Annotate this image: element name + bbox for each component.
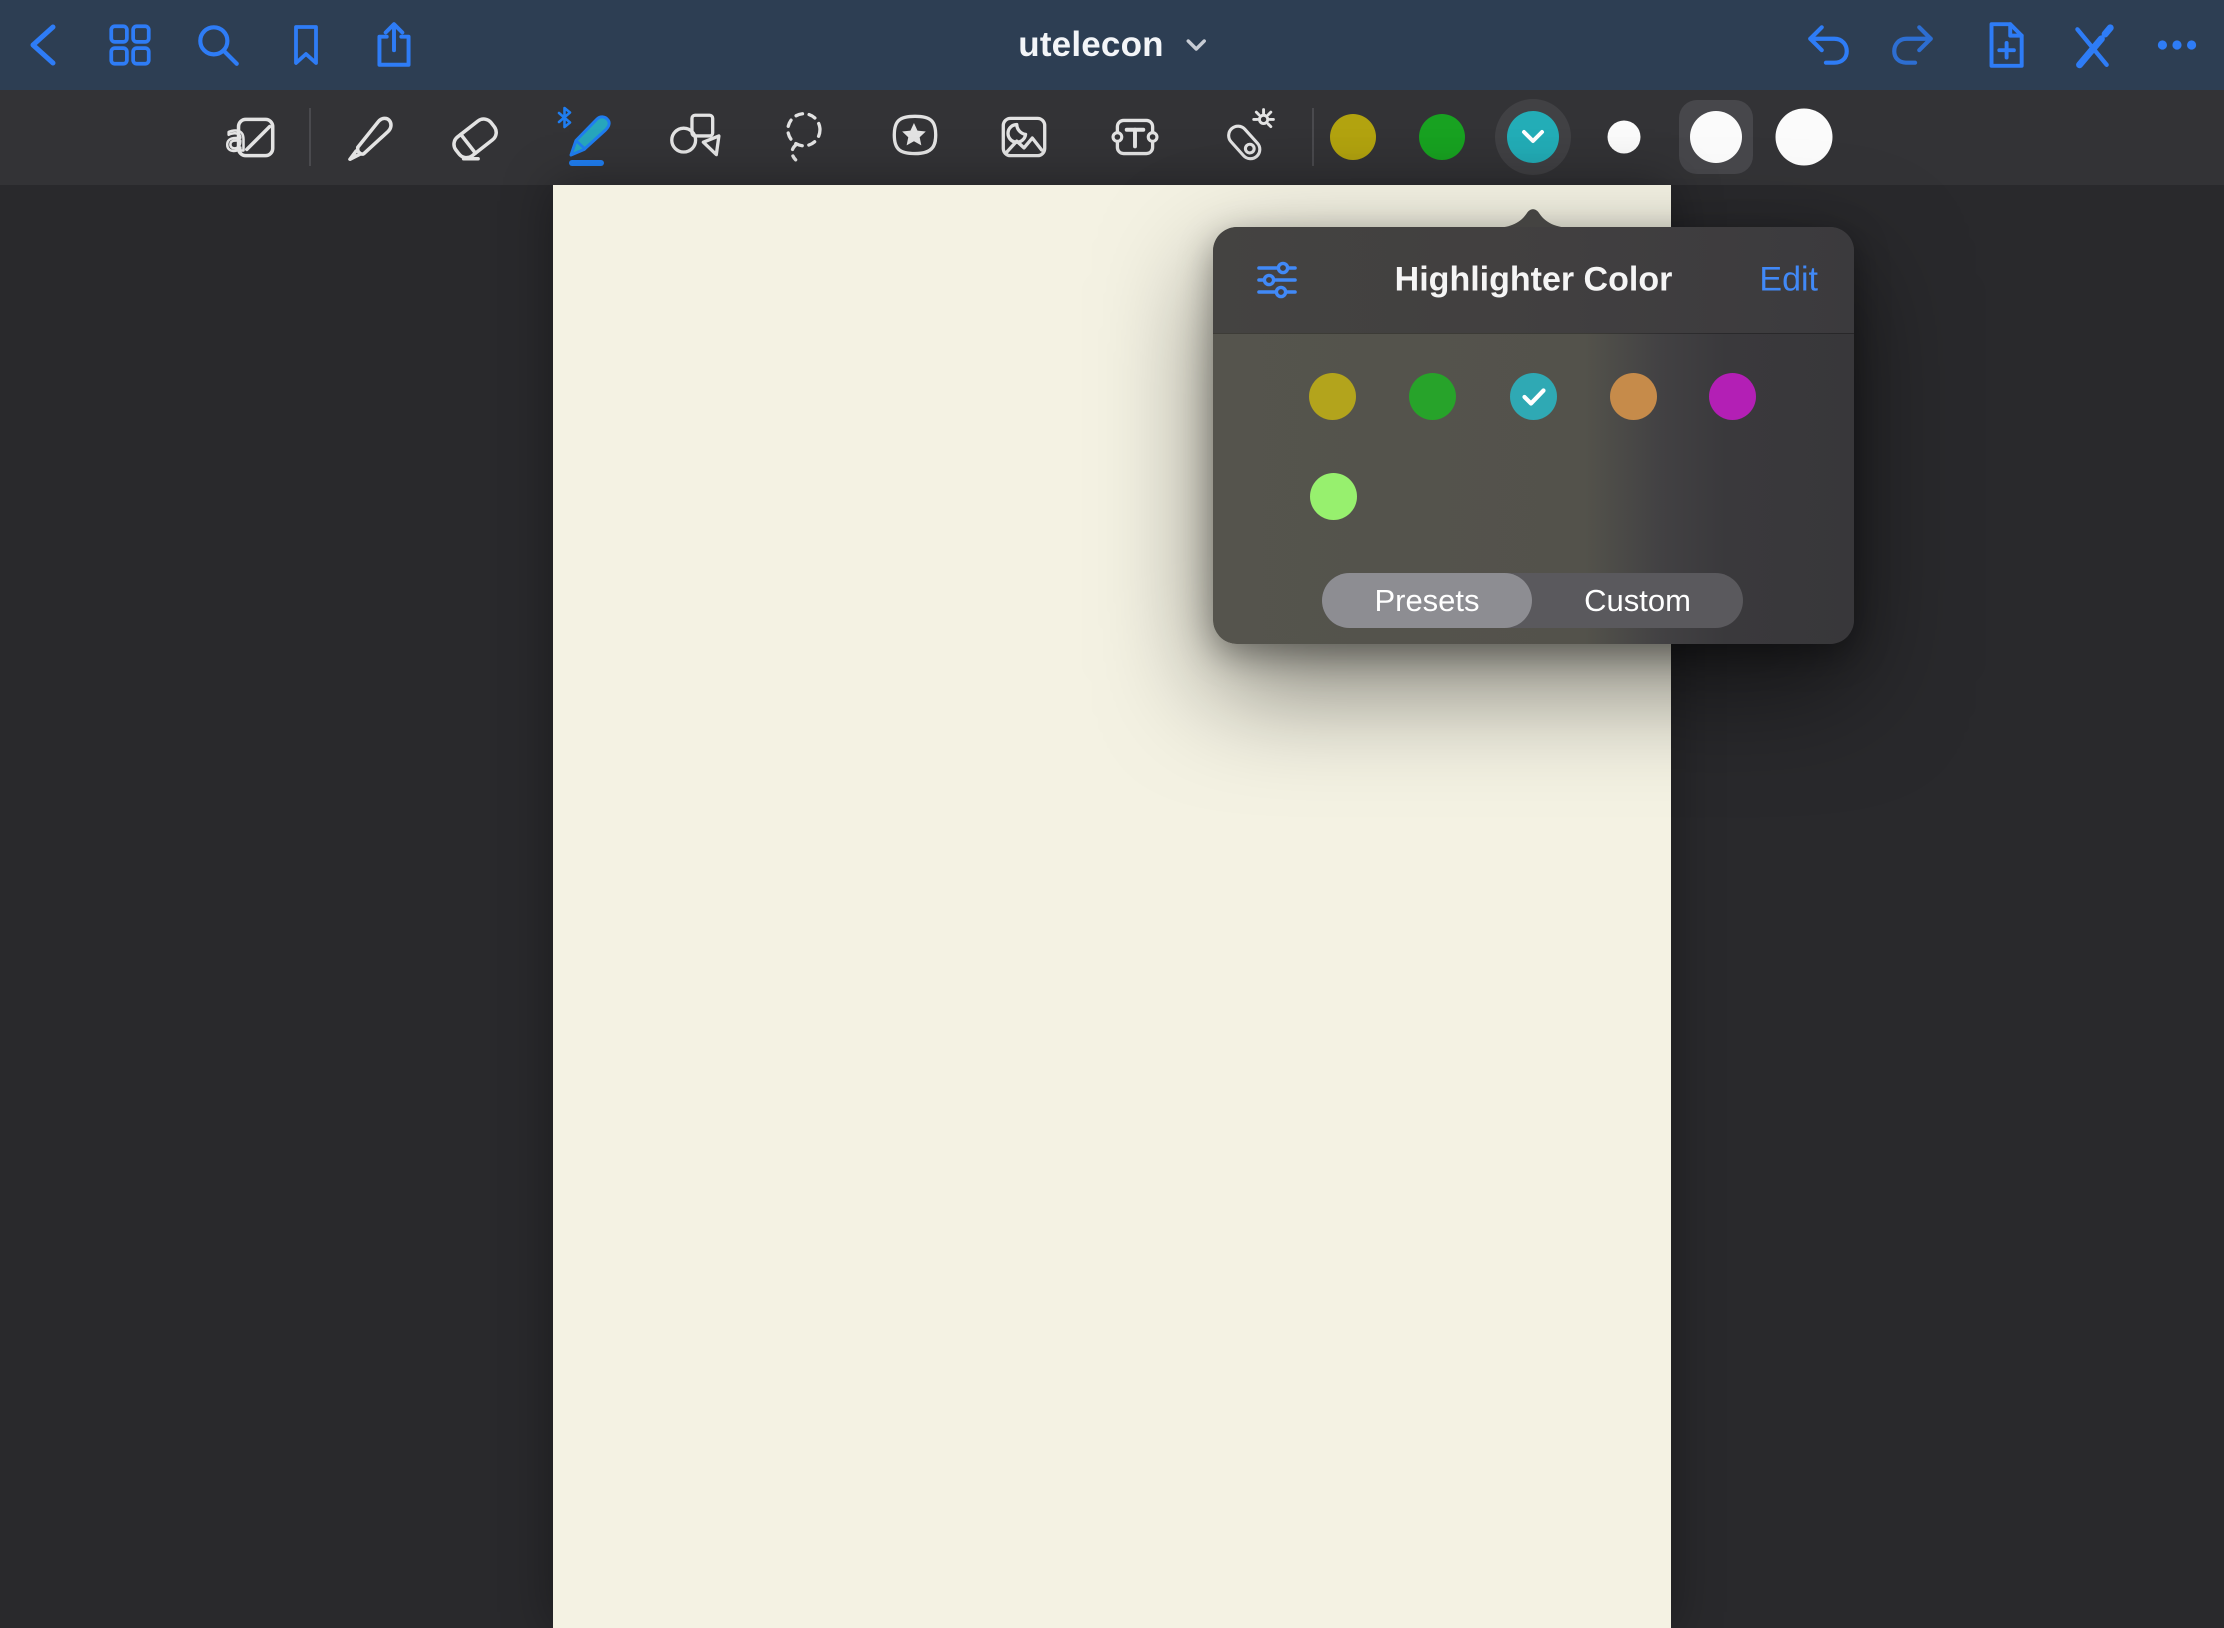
tool-lasso[interactable] bbox=[777, 108, 835, 166]
top-nav: utelecon bbox=[0, 0, 2224, 90]
toolbar-divider bbox=[1312, 108, 1314, 166]
popover-title: Highlighter Color bbox=[1395, 261, 1673, 300]
stroke-size-large[interactable] bbox=[1776, 109, 1833, 166]
color-swatch-green[interactable] bbox=[1419, 114, 1465, 160]
back-icon bbox=[21, 19, 65, 71]
preset-color-green[interactable] bbox=[1409, 373, 1456, 420]
tool-stickers[interactable] bbox=[886, 108, 944, 166]
tab-custom[interactable]: Custom bbox=[1532, 573, 1743, 628]
search-icon bbox=[193, 20, 243, 70]
add-page-button[interactable] bbox=[1972, 13, 2036, 77]
search-button[interactable] bbox=[186, 13, 250, 77]
shapes-icon bbox=[664, 108, 722, 166]
highlighter-icon bbox=[554, 105, 618, 169]
app-window: utelecon a bbox=[0, 0, 2224, 1628]
tool-image[interactable] bbox=[995, 108, 1053, 166]
pen-icon bbox=[337, 108, 395, 166]
lasso-icon bbox=[777, 108, 835, 166]
stroke-size-dot bbox=[1690, 111, 1742, 163]
preset-color-orange[interactable] bbox=[1610, 373, 1657, 420]
sticker-star-icon bbox=[886, 108, 944, 166]
tool-pen[interactable] bbox=[337, 108, 395, 166]
pencil-x-icon bbox=[2066, 20, 2116, 70]
canvas-area bbox=[0, 185, 2224, 1628]
share-button[interactable] bbox=[362, 13, 426, 77]
highlighter-color-popover: Highlighter Color Edit Presets Custom bbox=[1213, 227, 1854, 644]
svg-text:a: a bbox=[225, 118, 247, 159]
redo-button[interactable] bbox=[1881, 13, 1945, 77]
preset-color-teal-selected[interactable] bbox=[1510, 373, 1557, 420]
image-icon bbox=[995, 108, 1053, 166]
stop-editing-button[interactable] bbox=[2059, 13, 2123, 77]
tool-laser-pointer[interactable] bbox=[1218, 108, 1276, 166]
thumbnails-button[interactable] bbox=[98, 13, 162, 77]
more-ellipsis-icon bbox=[2152, 20, 2202, 70]
add-page-icon bbox=[1979, 19, 2029, 71]
redo-icon bbox=[1888, 20, 1938, 70]
popover-caret bbox=[1491, 198, 1575, 228]
selected-color-circle bbox=[1507, 111, 1559, 163]
sliders-icon bbox=[1255, 258, 1299, 302]
thumbnails-grid-icon bbox=[105, 20, 155, 70]
tool-highlighter[interactable] bbox=[554, 105, 618, 169]
page-title: utelecon bbox=[1018, 25, 1164, 65]
chevron-down-icon bbox=[1186, 39, 1206, 51]
tool-text[interactable] bbox=[1106, 108, 1164, 166]
popover-header: Highlighter Color Edit bbox=[1213, 227, 1854, 333]
laser-pointer-icon bbox=[1218, 108, 1276, 166]
eraser-icon bbox=[446, 108, 504, 166]
toolbar-divider bbox=[309, 108, 311, 166]
more-button[interactable] bbox=[2145, 13, 2209, 77]
bookmark-button[interactable] bbox=[274, 13, 338, 77]
tool-bar: a bbox=[0, 90, 2224, 185]
edit-mode-toggle-icon: a bbox=[223, 108, 281, 166]
document-title-dropdown[interactable]: utelecon bbox=[1018, 25, 1206, 65]
stroke-size-medium-selected[interactable] bbox=[1679, 100, 1753, 174]
tool-shapes[interactable] bbox=[664, 108, 722, 166]
bookmark-icon bbox=[282, 20, 330, 70]
checkmark-icon bbox=[1521, 387, 1547, 407]
undo-button[interactable] bbox=[1796, 13, 1860, 77]
back-button[interactable] bbox=[11, 13, 75, 77]
preset-color-olive[interactable] bbox=[1309, 373, 1356, 420]
stroke-size-small[interactable] bbox=[1608, 121, 1641, 154]
tool-edit-mode-toggle[interactable]: a bbox=[223, 108, 281, 166]
color-swatch-teal-selected[interactable] bbox=[1495, 99, 1571, 175]
undo-icon bbox=[1803, 20, 1853, 70]
share-icon bbox=[369, 19, 419, 71]
tool-eraser[interactable] bbox=[446, 108, 504, 166]
preset-color-light-green[interactable] bbox=[1310, 473, 1357, 520]
presets-custom-segmented-control: Presets Custom bbox=[1322, 573, 1743, 628]
stroke-settings-button[interactable] bbox=[1255, 258, 1299, 302]
color-swatch-olive[interactable] bbox=[1330, 114, 1376, 160]
chevron-down-icon bbox=[1520, 129, 1546, 145]
preset-color-magenta[interactable] bbox=[1709, 373, 1756, 420]
text-icon bbox=[1106, 108, 1164, 166]
tab-presets[interactable]: Presets bbox=[1322, 573, 1532, 628]
edit-presets-button[interactable]: Edit bbox=[1759, 261, 1818, 300]
